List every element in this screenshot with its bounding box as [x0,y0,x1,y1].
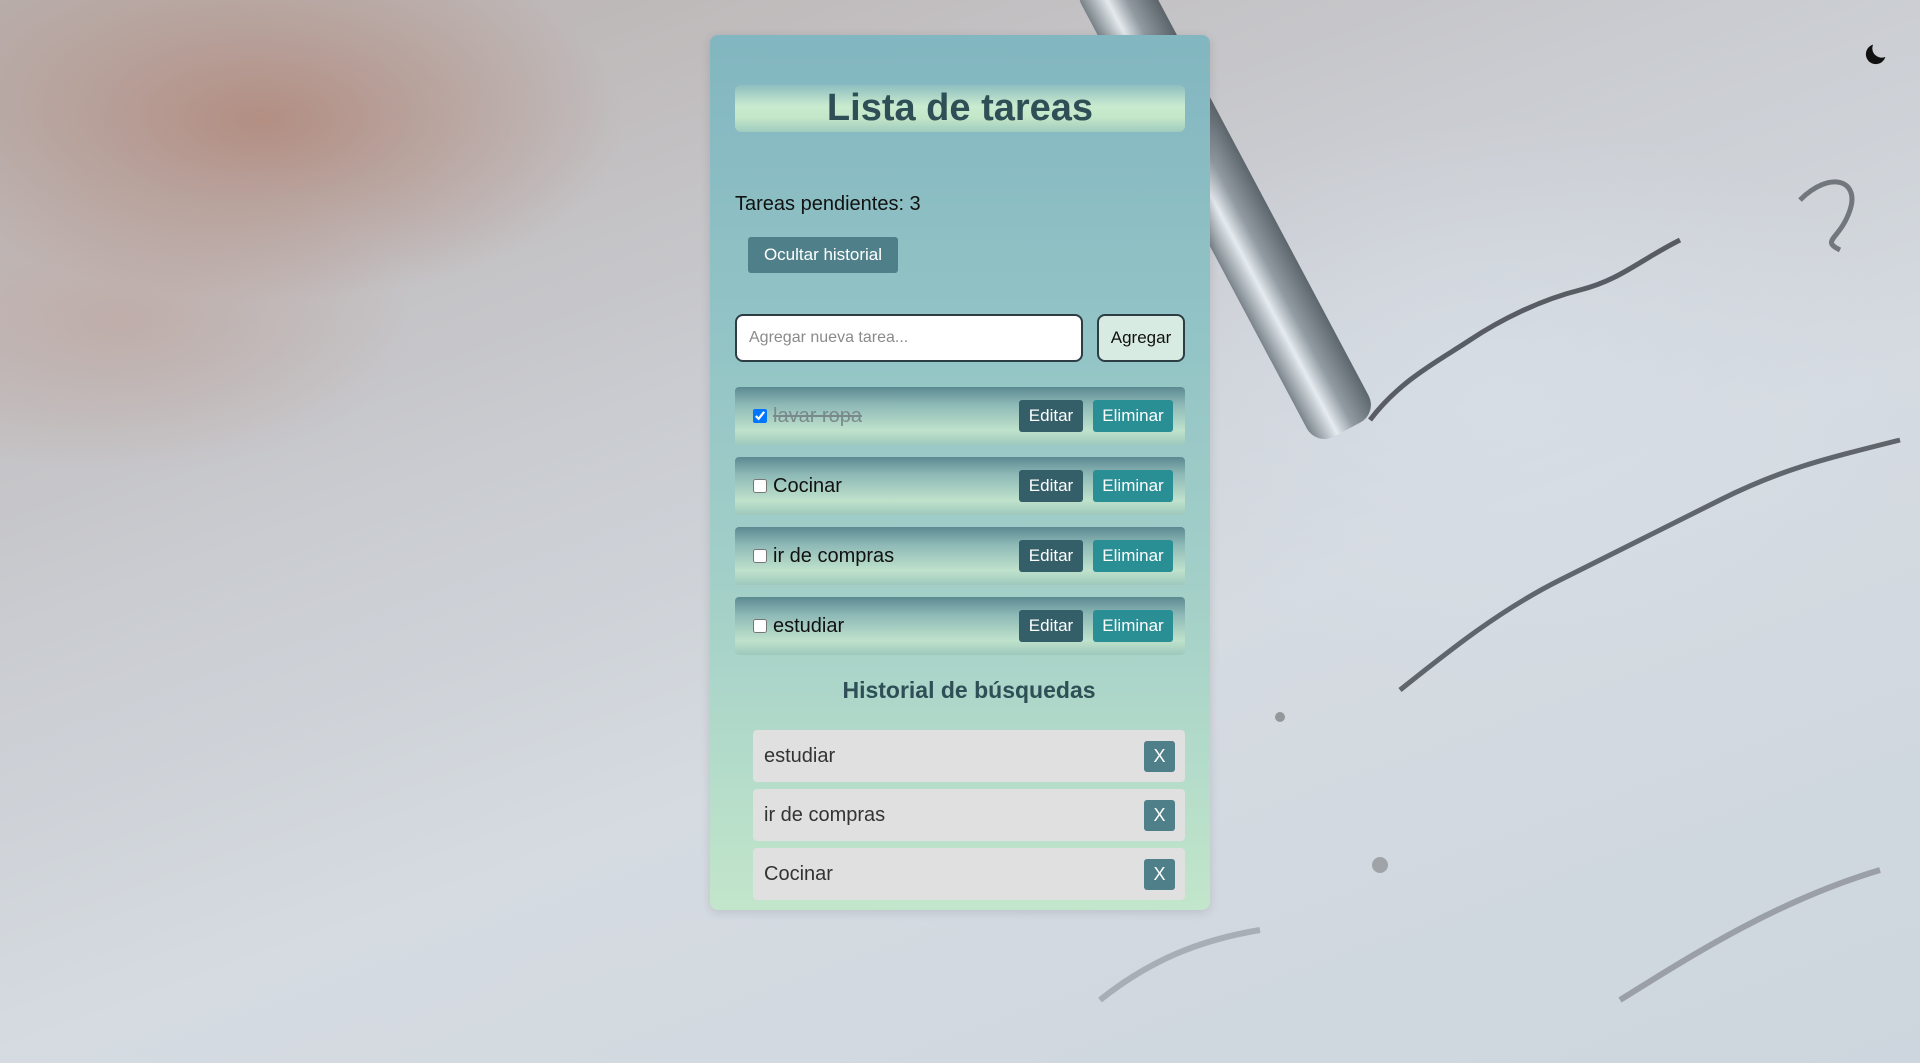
delete-task-button[interactable]: Eliminar [1093,610,1173,642]
history-item: estudiar X [753,730,1185,782]
remove-history-button[interactable]: X [1144,740,1175,772]
history-item-text: Cocinar [764,862,833,885]
edit-task-button[interactable]: Editar [1019,540,1083,572]
history-item: Cocinar X [753,848,1185,900]
todo-card: Lista de tareas Tareas pendientes: 3 Ocu… [710,35,1210,910]
task-item: estudiar Editar Eliminar [735,597,1185,655]
toggle-history-button[interactable]: Ocultar historial [748,237,898,273]
delete-task-button[interactable]: Eliminar [1093,470,1173,502]
task-checkbox[interactable] [753,549,767,563]
history-title: Historial de búsquedas [842,677,1096,703]
task-checkbox[interactable] [753,479,767,493]
history-list: estudiar X ir de compras X Cocinar X [753,730,1185,907]
title-bar: Lista de tareas [735,85,1185,132]
delete-task-button[interactable]: Eliminar [1093,540,1173,572]
delete-task-button[interactable]: Eliminar [1093,400,1173,432]
moon-icon[interactable] [1862,40,1890,68]
task-text: ir de compras [773,544,895,567]
history-item-text: estudiar [764,744,836,767]
task-checkbox[interactable] [753,409,767,423]
task-item: lavar ropa Editar Eliminar [735,387,1185,445]
task-item: ir de compras Editar Eliminar [735,527,1185,585]
task-checkbox[interactable] [753,619,767,633]
add-task-button[interactable]: Agregar [1097,314,1185,362]
remove-history-button[interactable]: X [1144,799,1175,831]
task-text: lavar ropa [773,404,862,427]
task-list: lavar ropa Editar Eliminar Cocinar Edita… [735,387,1185,667]
remove-history-button[interactable]: X [1144,858,1175,890]
task-text: Cocinar [773,474,842,497]
edit-task-button[interactable]: Editar [1019,610,1083,642]
page-title: Lista de tareas [826,87,1094,129]
history-item-text: ir de compras [764,803,886,826]
task-text: estudiar [773,614,845,637]
history-item: ir de compras X [753,789,1185,841]
pending-count: Tareas pendientes: 3 [735,193,921,215]
edit-task-button[interactable]: Editar [1019,400,1083,432]
task-item: Cocinar Editar Eliminar [735,457,1185,515]
edit-task-button[interactable]: Editar [1019,470,1083,502]
new-task-input[interactable] [735,314,1083,362]
